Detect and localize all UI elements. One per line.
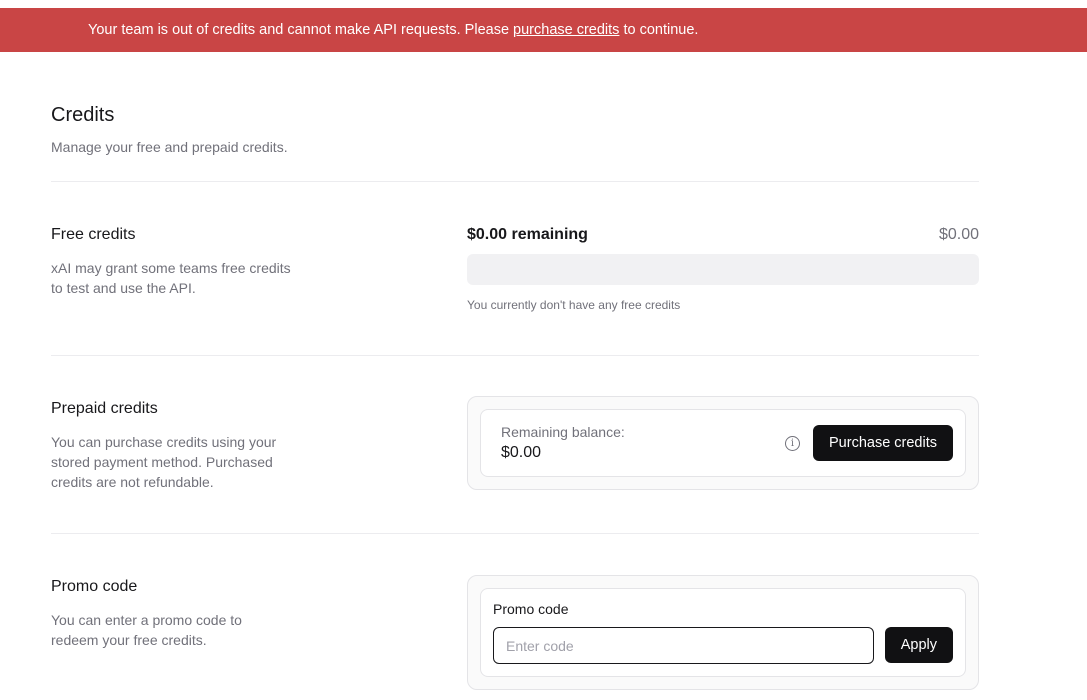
prepaid-desc-line2: stored payment method. Purchased: [51, 454, 273, 470]
prepaid-credits-title: Prepaid credits: [51, 400, 158, 417]
page-subtitle: Manage your free and prepaid credits.: [51, 139, 288, 155]
free-credits-description: xAI may grant some teams free credits to…: [51, 258, 467, 298]
promo-code-panel: Promo code Apply: [467, 575, 979, 690]
info-icon[interactable]: i: [785, 435, 800, 451]
prepaid-credits-info: Prepaid credits You can purchase credits…: [51, 396, 467, 533]
promo-code-section: Promo code You can enter a promo code to…: [51, 534, 979, 690]
free-credits-remaining: $0.00 remaining: [467, 226, 588, 243]
banner-text-after: to continue.: [619, 22, 699, 38]
free-credits-status: $0.00 remaining $0.00 You currently don'…: [467, 226, 979, 355]
promo-input-row: Apply: [493, 627, 953, 664]
free-credits-desc-line2: to test and use the API.: [51, 280, 196, 296]
free-credits-desc-line1: xAI may grant some teams free credits: [51, 260, 291, 276]
promo-code-title: Promo code: [51, 578, 138, 595]
credits-page: Credits Manage your free and prepaid cre…: [0, 52, 1087, 690]
prepaid-credits-section: Prepaid credits You can purchase credits…: [51, 356, 979, 533]
promo-card: Promo code Apply: [467, 575, 979, 690]
page-title: Credits: [51, 104, 115, 126]
out-of-credits-banner: Your team is out of credits and cannot m…: [0, 8, 1087, 52]
balance-row: Remaining balance: $0.00 i Purchase cred…: [480, 409, 966, 477]
promo-code-description: You can enter a promo code to redeem you…: [51, 610, 467, 650]
free-credits-section: Free credits xAI may grant some teams fr…: [51, 182, 979, 355]
balance-label: Remaining balance:: [501, 424, 625, 440]
prepaid-desc-line3: credits are not refundable.: [51, 474, 214, 490]
page-header: Credits Manage your free and prepaid cre…: [51, 52, 1087, 155]
balance-info: Remaining balance: $0.00: [501, 424, 785, 462]
prepaid-card: Remaining balance: $0.00 i Purchase cred…: [467, 396, 979, 490]
free-credits-info: Free credits xAI may grant some teams fr…: [51, 226, 467, 355]
free-credits-progress-bar: [467, 254, 979, 285]
prepaid-desc-line1: You can purchase credits using your: [51, 434, 277, 450]
promo-form: Promo code Apply: [480, 588, 966, 677]
promo-desc-line2: redeem your free credits.: [51, 632, 207, 648]
purchase-credits-button[interactable]: Purchase credits: [813, 425, 953, 461]
prepaid-credits-panel: Remaining balance: $0.00 i Purchase cred…: [467, 396, 979, 533]
apply-button[interactable]: Apply: [884, 627, 953, 663]
banner-text-before: Your team is out of credits and cannot m…: [88, 22, 514, 38]
free-credits-header: $0.00 remaining $0.00: [467, 226, 979, 244]
free-credits-total: $0.00: [938, 226, 979, 243]
free-credits-note: You currently don't have any free credit…: [467, 298, 681, 312]
promo-desc-line1: You can enter a promo code to: [51, 612, 242, 628]
promo-code-label: Promo code: [493, 601, 569, 617]
top-gap: [0, 0, 1087, 8]
promo-code-info: Promo code You can enter a promo code to…: [51, 575, 467, 690]
promo-code-input[interactable]: [493, 627, 874, 664]
prepaid-credits-description: You can purchase credits using your stor…: [51, 432, 467, 492]
purchase-credits-link[interactable]: purchase credits: [513, 22, 619, 38]
balance-value: $0.00: [501, 444, 542, 461]
free-credits-title: Free credits: [51, 226, 136, 243]
